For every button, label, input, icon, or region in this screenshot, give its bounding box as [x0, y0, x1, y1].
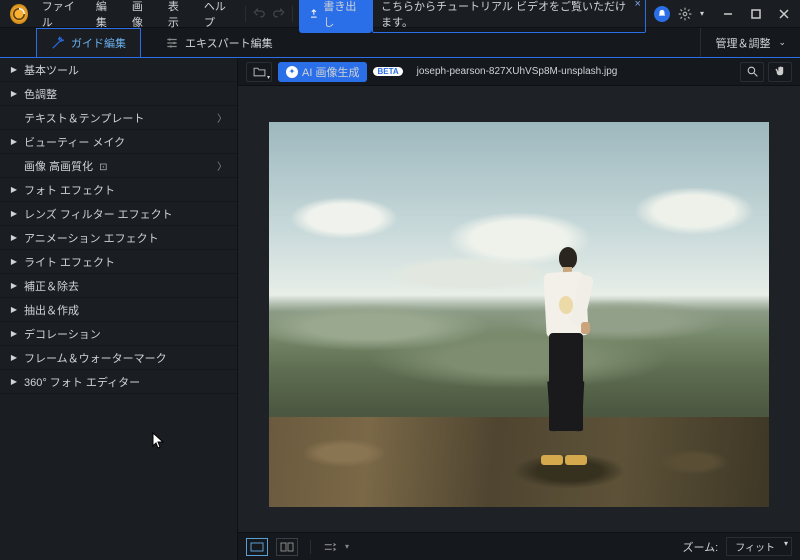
sidebar-item-2[interactable]: テキスト＆テンプレート 〉	[0, 106, 237, 130]
folder-button[interactable]: ▾	[246, 62, 272, 82]
hand-icon	[774, 65, 787, 78]
image-canvas	[269, 122, 769, 507]
beta-badge: BETA	[373, 67, 402, 76]
compare-icon[interactable]	[323, 540, 337, 554]
redo-icon[interactable]	[272, 7, 286, 21]
expert-edit-tab[interactable]: エキスパート編集	[151, 28, 287, 57]
sidebar-item-label: 画像 高画質化⊡	[24, 158, 107, 174]
separator	[292, 6, 293, 22]
sidebar-item-label: レンズ フィルター エフェクト	[24, 206, 173, 222]
guide-edit-tab[interactable]: ガイド編集	[36, 28, 141, 57]
triangle-icon: ▶	[10, 257, 18, 266]
sidebar-item-9[interactable]: ▶ 補正＆除去	[0, 274, 237, 298]
gear-icon[interactable]	[678, 7, 692, 21]
sidebar-item-label: ビューティー メイク	[24, 134, 125, 150]
undo-redo-group	[252, 7, 286, 21]
upload-icon	[309, 8, 319, 19]
tutorial-text: こちらからチュートリアル ビデオをご覧いただけます。	[381, 1, 626, 29]
sidebar-item-label: ライト エフェクト	[24, 254, 115, 270]
view-split-button[interactable]	[276, 538, 298, 556]
titlebar: ファイル 編集 画像 表示 ヘルプ 書き出し こちらからチュートリアル ビデオを…	[0, 0, 800, 28]
triangle-icon: ▶	[10, 305, 18, 314]
bottom-bar: ▾ ズーム: フィット	[238, 532, 800, 560]
maximize-button[interactable]	[744, 4, 768, 24]
triangle-icon: ▶	[10, 209, 18, 218]
chevron-down-icon: ⌄	[778, 37, 786, 48]
sidebar-item-label: 抽出＆作成	[24, 302, 79, 318]
sidebar-item-12[interactable]: ▶ フレーム＆ウォーターマーク	[0, 346, 237, 370]
main-panel: ▾ ✦ AI 画像生成 BETA joseph-pearson-827XUhVS…	[238, 58, 800, 560]
ai-label: AI 画像生成	[302, 64, 359, 80]
enhance-icon: ⊡	[99, 162, 107, 173]
sidebar-item-11[interactable]: ▶ デコレーション	[0, 322, 237, 346]
chevron-down-icon: ▾	[267, 74, 270, 81]
triangle-icon: ▶	[10, 233, 18, 242]
triangle-icon: ▶	[10, 185, 18, 194]
view-single-button[interactable]	[246, 538, 268, 556]
triangle-icon: ▶	[10, 137, 18, 146]
triangle-icon: ▶	[10, 89, 18, 98]
folder-icon	[253, 66, 266, 77]
sidebar-item-label: 補正＆除去	[24, 278, 79, 294]
magnifier-icon	[746, 65, 759, 78]
export-button[interactable]: 書き出し	[299, 0, 372, 33]
zoom-tool-button[interactable]	[740, 62, 764, 82]
close-button[interactable]	[772, 4, 796, 24]
sidebar-item-label: アニメーション エフェクト	[24, 230, 159, 246]
sidebar-item-label: 色調整	[24, 86, 57, 102]
filename-label: joseph-pearson-827XUhVSp8M-unsplash.jpg	[417, 66, 618, 77]
sidebar-item-5[interactable]: ▶ フォト エフェクト	[0, 178, 237, 202]
triangle-icon: ▶	[10, 329, 18, 338]
sidebar: ▶基本ツール▶色調整テキスト＆テンプレート〉▶ビューティー メイク画像 高画質化…	[0, 58, 238, 560]
app-logo	[10, 4, 28, 24]
sidebar-item-7[interactable]: ▶ アニメーション エフェクト	[0, 226, 237, 250]
sidebar-item-6[interactable]: ▶ レンズ フィルター エフェクト	[0, 202, 237, 226]
sidebar-item-label: デコレーション	[24, 326, 101, 342]
close-icon[interactable]: ×	[635, 0, 641, 10]
manage-label: 管理＆調整	[715, 35, 770, 51]
sidebar-item-0[interactable]: ▶ 基本ツール	[0, 58, 237, 82]
sidebar-item-label: フレーム＆ウォーターマーク	[24, 350, 167, 366]
zoom-fit-dropdown[interactable]: フィット	[726, 537, 792, 556]
sliders-icon	[165, 36, 179, 50]
sidebar-item-8[interactable]: ▶ ライト エフェクト	[0, 250, 237, 274]
triangle-icon: ▶	[10, 65, 18, 74]
modebar: ガイド編集 エキスパート編集 管理＆調整 ⌄	[0, 28, 800, 58]
triangle-icon: ▶	[10, 377, 18, 386]
chevron-right-icon: 〉	[217, 110, 227, 125]
sidebar-item-4[interactable]: 画像 高画質化⊡ 〉	[0, 154, 237, 178]
minimize-button[interactable]	[716, 4, 740, 24]
sidebar-item-10[interactable]: ▶ 抽出＆作成	[0, 298, 237, 322]
zoom-label: ズーム:	[682, 539, 718, 555]
triangle-icon: ▶	[10, 353, 18, 362]
separator	[245, 6, 246, 22]
expert-edit-label: エキスパート編集	[185, 35, 273, 51]
notification-icon[interactable]	[654, 6, 670, 22]
canvas-area[interactable]	[238, 86, 800, 532]
sidebar-item-label: テキスト＆テンプレート	[24, 110, 144, 126]
guide-edit-label: ガイド編集	[71, 35, 126, 51]
titlebar-icons: ▾	[654, 6, 704, 22]
export-label: 書き出し	[323, 0, 362, 30]
wand-icon	[51, 36, 65, 50]
ai-generate-button[interactable]: ✦ AI 画像生成	[278, 62, 367, 82]
triangle-icon: ▶	[10, 281, 18, 290]
tutorial-banner[interactable]: こちらからチュートリアル ビデオをご覧いただけます。 ×	[372, 0, 646, 33]
sidebar-item-3[interactable]: ▶ ビューティー メイク	[0, 130, 237, 154]
settings-chevron[interactable]: ▾	[700, 9, 704, 18]
sidebar-item-label: 基本ツール	[24, 62, 79, 78]
ai-icon: ✦	[286, 66, 298, 78]
manage-adjust-button[interactable]: 管理＆調整 ⌄	[700, 28, 800, 57]
sidebar-item-label: フォト エフェクト	[24, 182, 115, 198]
sidebar-item-13[interactable]: ▶ 360° フォト エディター	[0, 370, 237, 394]
compare-chevron[interactable]: ▾	[345, 542, 349, 551]
separator	[310, 540, 311, 554]
pan-tool-button[interactable]	[768, 62, 792, 82]
sidebar-item-label: 360° フォト エディター	[24, 374, 140, 390]
undo-icon[interactable]	[252, 7, 266, 21]
sidebar-item-1[interactable]: ▶ 色調整	[0, 82, 237, 106]
window-controls	[716, 4, 796, 24]
chevron-right-icon: 〉	[217, 158, 227, 173]
canvas-toolbar: ▾ ✦ AI 画像生成 BETA joseph-pearson-827XUhVS…	[238, 58, 800, 86]
